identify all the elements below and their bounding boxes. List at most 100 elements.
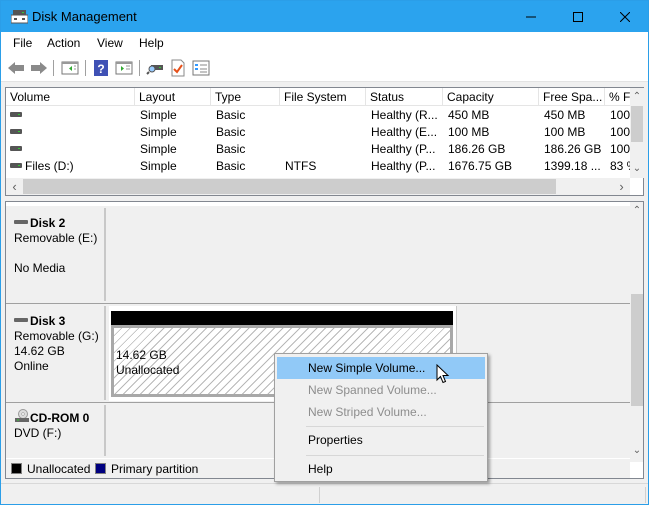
properties-check-icon[interactable] xyxy=(169,59,187,77)
scroll-up-icon[interactable]: ⌃ xyxy=(630,202,643,219)
scroll-right-icon[interactable]: › xyxy=(613,178,630,195)
disk-label[interactable]: Disk 3 Removable (G:) 14.62 GB Online xyxy=(8,306,106,400)
free-cell: 100 MB xyxy=(544,125,586,139)
volume-list-header: Volume Layout Type File System Status Ca… xyxy=(6,88,630,106)
drive-icon xyxy=(10,146,22,152)
menu-item-new-simple-volume[interactable]: New Simple Volume... xyxy=(277,357,485,379)
scroll-down-icon[interactable]: ⌄ xyxy=(630,160,644,177)
free-cell: 186.26 GB xyxy=(544,142,602,156)
column-type[interactable]: Type xyxy=(211,88,280,106)
volume-cell xyxy=(6,107,135,124)
close-icon xyxy=(620,11,630,22)
svg-text:?: ? xyxy=(97,62,104,76)
back-arrow-icon[interactable] xyxy=(7,59,25,77)
disk-name: Disk 3 xyxy=(30,314,66,328)
window-title: Disk Management xyxy=(32,9,137,24)
disk-status: No Media xyxy=(14,261,66,275)
disk-type: Removable (E:) xyxy=(14,231,98,245)
pct-cell: 100 xyxy=(610,125,630,139)
menu-item-properties[interactable]: Properties xyxy=(277,429,485,451)
help-icon[interactable]: ? xyxy=(92,59,110,77)
status-cell: Healthy (R... xyxy=(371,108,438,122)
layout-cell: Simple xyxy=(140,159,177,173)
volume-row[interactable]: Files (D:) Simple Basic NTFS Healthy (P.… xyxy=(6,158,630,175)
menu-help[interactable]: Help xyxy=(139,36,164,50)
volume-cell xyxy=(6,141,135,158)
pct-cell: 83 % xyxy=(610,159,630,173)
context-menu: New Simple Volume... New Spanned Volume.… xyxy=(274,353,488,482)
menu-item-new-spanned-volume[interactable]: New Spanned Volume... xyxy=(277,379,485,401)
capacity-cell: 100 MB xyxy=(448,125,490,139)
menu-action[interactable]: Action xyxy=(47,36,80,50)
disk-label[interactable]: CD-ROM 0 DVD (F:) xyxy=(8,405,106,456)
volume-row[interactable]: Simple Basic Healthy (E... 100 MB 100 MB… xyxy=(6,124,630,141)
menu-bar: File Action View Help xyxy=(1,32,648,54)
column-free-space[interactable]: Free Spa... xyxy=(539,88,605,106)
toolbar-separator xyxy=(139,60,140,76)
disk-row-disk-2[interactable]: Disk 2 Removable (E:) No Media xyxy=(6,206,630,304)
scroll-up-icon[interactable]: ⌃ xyxy=(630,88,644,105)
scroll-down-icon[interactable]: ⌄ xyxy=(630,442,643,459)
maximize-button[interactable] xyxy=(555,1,601,32)
menu-separator xyxy=(306,426,484,427)
fs-cell xyxy=(281,107,367,124)
scrollbar-thumb[interactable] xyxy=(23,179,556,194)
volume-row[interactable]: Simple Basic Healthy (R... 450 MB 450 MB… xyxy=(6,107,630,124)
disk-name: CD-ROM 0 xyxy=(30,411,90,425)
status-cell: Healthy (P... xyxy=(371,142,436,156)
volume-row[interactable]: Simple Basic Healthy (P... 186.26 GB 186… xyxy=(6,141,630,158)
column-capacity[interactable]: Capacity xyxy=(443,88,539,106)
column-percent-free[interactable]: % F xyxy=(605,88,630,106)
scrollbar-thumb[interactable] xyxy=(631,294,643,406)
scroll-left-icon[interactable]: ‹ xyxy=(6,178,23,195)
minimize-button[interactable] xyxy=(508,1,554,32)
menu-item-help[interactable]: Help xyxy=(277,458,485,480)
disk-icon xyxy=(14,318,28,323)
console-tree-icon[interactable] xyxy=(61,59,79,77)
pct-cell: 100 xyxy=(610,108,630,122)
menu-view[interactable]: View xyxy=(97,36,123,50)
status-cell: Healthy (P... xyxy=(371,159,436,173)
status-separator xyxy=(645,487,646,503)
capacity-cell: 1676.75 GB xyxy=(448,159,513,173)
disk-status: Online xyxy=(14,359,49,373)
close-button[interactable] xyxy=(602,1,648,32)
minimize-icon xyxy=(526,16,536,17)
fs-cell xyxy=(281,141,367,158)
legend-label-primary: Primary partition xyxy=(111,462,199,476)
partition-size: 14.62 GB xyxy=(116,348,167,362)
menu-file[interactable]: File xyxy=(13,36,32,50)
free-cell: 1399.18 ... xyxy=(544,159,601,173)
column-file-system[interactable]: File System xyxy=(280,88,366,106)
volume-list: Volume Layout Type File System Status Ca… xyxy=(5,87,644,196)
disk-size xyxy=(14,246,104,261)
volume-list-horizontal-scrollbar[interactable]: ‹ › xyxy=(6,178,630,195)
title-bar[interactable]: Disk Management xyxy=(1,1,648,32)
volume-list-vertical-scrollbar[interactable]: ⌃ ⌄ xyxy=(630,88,644,178)
fs-cell xyxy=(281,124,367,141)
disk-icon xyxy=(14,220,28,225)
column-volume[interactable]: Volume xyxy=(6,88,135,106)
free-cell: 450 MB xyxy=(544,108,586,122)
toolbar-separator xyxy=(53,60,54,76)
scrollbar-thumb[interactable] xyxy=(631,106,643,142)
legend-swatch-unallocated xyxy=(11,463,22,474)
disk-view-vertical-scrollbar[interactable]: ⌃ ⌄ xyxy=(630,202,643,462)
list-view-icon[interactable] xyxy=(192,59,210,77)
volume-name: Files (D:) xyxy=(25,159,74,173)
volume-cell xyxy=(6,124,135,141)
cd-rom-icon xyxy=(15,408,29,422)
column-status[interactable]: Status xyxy=(366,88,443,106)
disk-label[interactable]: Disk 2 Removable (E:) No Media xyxy=(8,208,106,301)
column-layout[interactable]: Layout xyxy=(135,88,211,106)
menu-item-new-striped-volume[interactable]: New Striped Volume... xyxy=(277,401,485,423)
mouse-cursor-icon xyxy=(436,364,450,384)
forward-arrow-icon[interactable] xyxy=(30,59,48,77)
drive-icon xyxy=(10,129,22,135)
legend-label-unallocated: Unallocated xyxy=(27,462,91,476)
action-pane-icon[interactable] xyxy=(115,59,133,77)
disk-name: Disk 2 xyxy=(30,216,66,230)
connect-drive-icon[interactable] xyxy=(146,59,164,77)
unallocated-bar xyxy=(111,311,453,325)
capacity-cell: 186.26 GB xyxy=(448,142,506,156)
